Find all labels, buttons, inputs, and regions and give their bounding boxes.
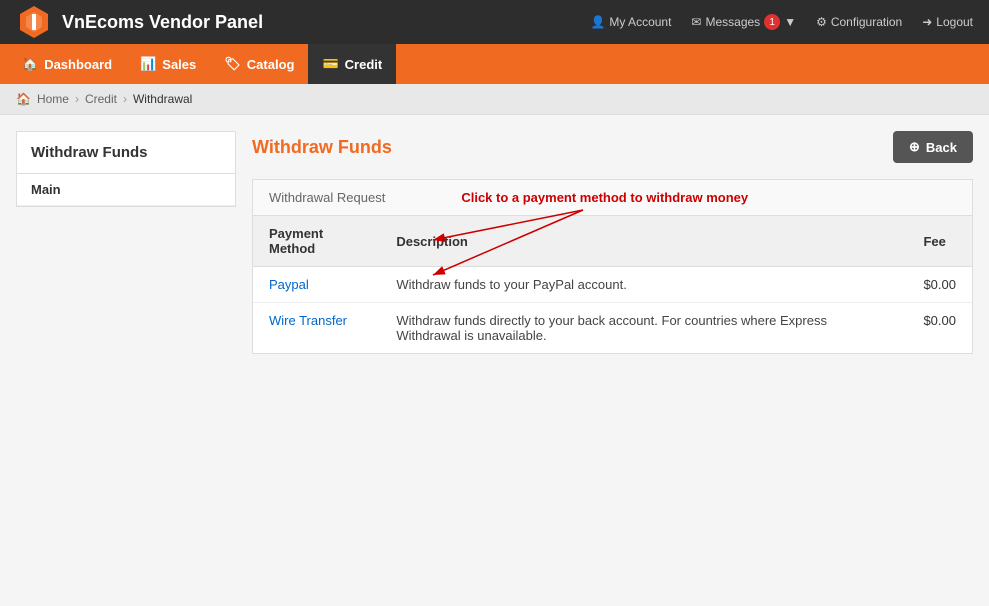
paypal-fee: $0.00	[907, 267, 972, 303]
breadcrumb-credit[interactable]: Credit	[85, 92, 117, 106]
panel-header: Withdrawal Request Click to a payment me…	[253, 180, 972, 216]
sidebar: Withdraw Funds Main	[16, 131, 236, 354]
messages-dropdown-icon: ▼	[784, 15, 796, 29]
credit-icon: 💳	[322, 56, 338, 72]
brand: VnEcoms Vendor Panel	[16, 4, 263, 40]
page-title: Withdraw Funds	[252, 137, 392, 158]
sales-icon: 📊	[140, 56, 156, 72]
breadcrumb-home[interactable]: Home	[37, 92, 69, 106]
nav-catalog[interactable]: 🏷 Catalog	[210, 44, 308, 84]
gear-icon: ⚙	[816, 15, 827, 29]
messages-link[interactable]: ✉ Messages 1 ▼	[691, 14, 796, 30]
back-button[interactable]: ⊕ Back	[893, 131, 973, 163]
table-row: Paypal Withdraw funds to your PayPal acc…	[253, 267, 972, 303]
messages-icon: ✉	[691, 15, 701, 29]
content-wrapper: Withdraw Funds Main Withdraw Funds ⊕ Bac…	[0, 115, 989, 370]
account-icon: 👤	[590, 15, 605, 29]
col-header-fee: Fee	[907, 216, 972, 267]
brand-name: VnEcoms Vendor Panel	[62, 12, 263, 33]
method-wire-transfer: Wire Transfer	[253, 303, 380, 354]
top-nav-actions: 👤 My Account ✉ Messages 1 ▼ ⚙ Configurat…	[590, 14, 973, 30]
catalog-icon: 🏷	[224, 56, 241, 72]
sidebar-title: Withdraw Funds	[16, 131, 236, 173]
nav-credit[interactable]: 💳 Credit	[308, 44, 396, 84]
wire-transfer-description: Withdraw funds directly to your back acc…	[380, 303, 907, 354]
table-header-row: Payment Method Description Fee	[253, 216, 972, 267]
table-row: Wire Transfer Withdraw funds directly to…	[253, 303, 972, 354]
back-icon: ⊕	[909, 139, 920, 155]
withdrawal-panel: Withdrawal Request Click to a payment me…	[252, 179, 973, 354]
breadcrumb: 🏠 Home › Credit › Withdrawal	[0, 84, 989, 115]
main-content: Withdraw Funds ⊕ Back Withdrawal Request	[252, 131, 973, 354]
configuration-link[interactable]: ⚙ Configuration	[816, 15, 902, 29]
dashboard-icon: 🏠	[22, 56, 38, 72]
main-navigation: 🏠 Dashboard 📊 Sales 🏷 Catalog 💳 Credit	[0, 44, 989, 84]
home-icon: 🏠	[16, 92, 31, 106]
logout-icon: ➜	[922, 15, 932, 29]
wire-transfer-link[interactable]: Wire Transfer	[269, 313, 347, 328]
breadcrumb-sep-1: ›	[75, 92, 79, 106]
brand-logo	[16, 4, 52, 40]
nav-sales[interactable]: 📊 Sales	[126, 44, 210, 84]
my-account-link[interactable]: 👤 My Account	[590, 15, 671, 29]
click-hint: Click to a payment method to withdraw mo…	[461, 190, 748, 205]
wire-transfer-fee: $0.00	[907, 303, 972, 354]
col-header-description: Description	[380, 216, 907, 267]
paypal-description: Withdraw funds to your PayPal account.	[380, 267, 907, 303]
page-header: Withdraw Funds ⊕ Back	[252, 131, 973, 163]
breadcrumb-current: Withdrawal	[133, 92, 192, 106]
sidebar-item-main[interactable]: Main	[17, 174, 235, 206]
breadcrumb-sep-2: ›	[123, 92, 127, 106]
withdrawal-table: Payment Method Description Fee Paypal Wi…	[253, 216, 972, 353]
paypal-link[interactable]: Paypal	[269, 277, 309, 292]
col-header-method: Payment Method	[253, 216, 380, 267]
panel-title: Withdrawal Request	[269, 190, 385, 205]
logout-link[interactable]: ➜ Logout	[922, 15, 973, 29]
messages-badge: 1	[764, 14, 780, 30]
top-navigation: VnEcoms Vendor Panel 👤 My Account ✉ Mess…	[0, 0, 989, 44]
nav-dashboard[interactable]: 🏠 Dashboard	[8, 44, 126, 84]
method-paypal: Paypal	[253, 267, 380, 303]
sidebar-menu: Main	[16, 173, 236, 207]
